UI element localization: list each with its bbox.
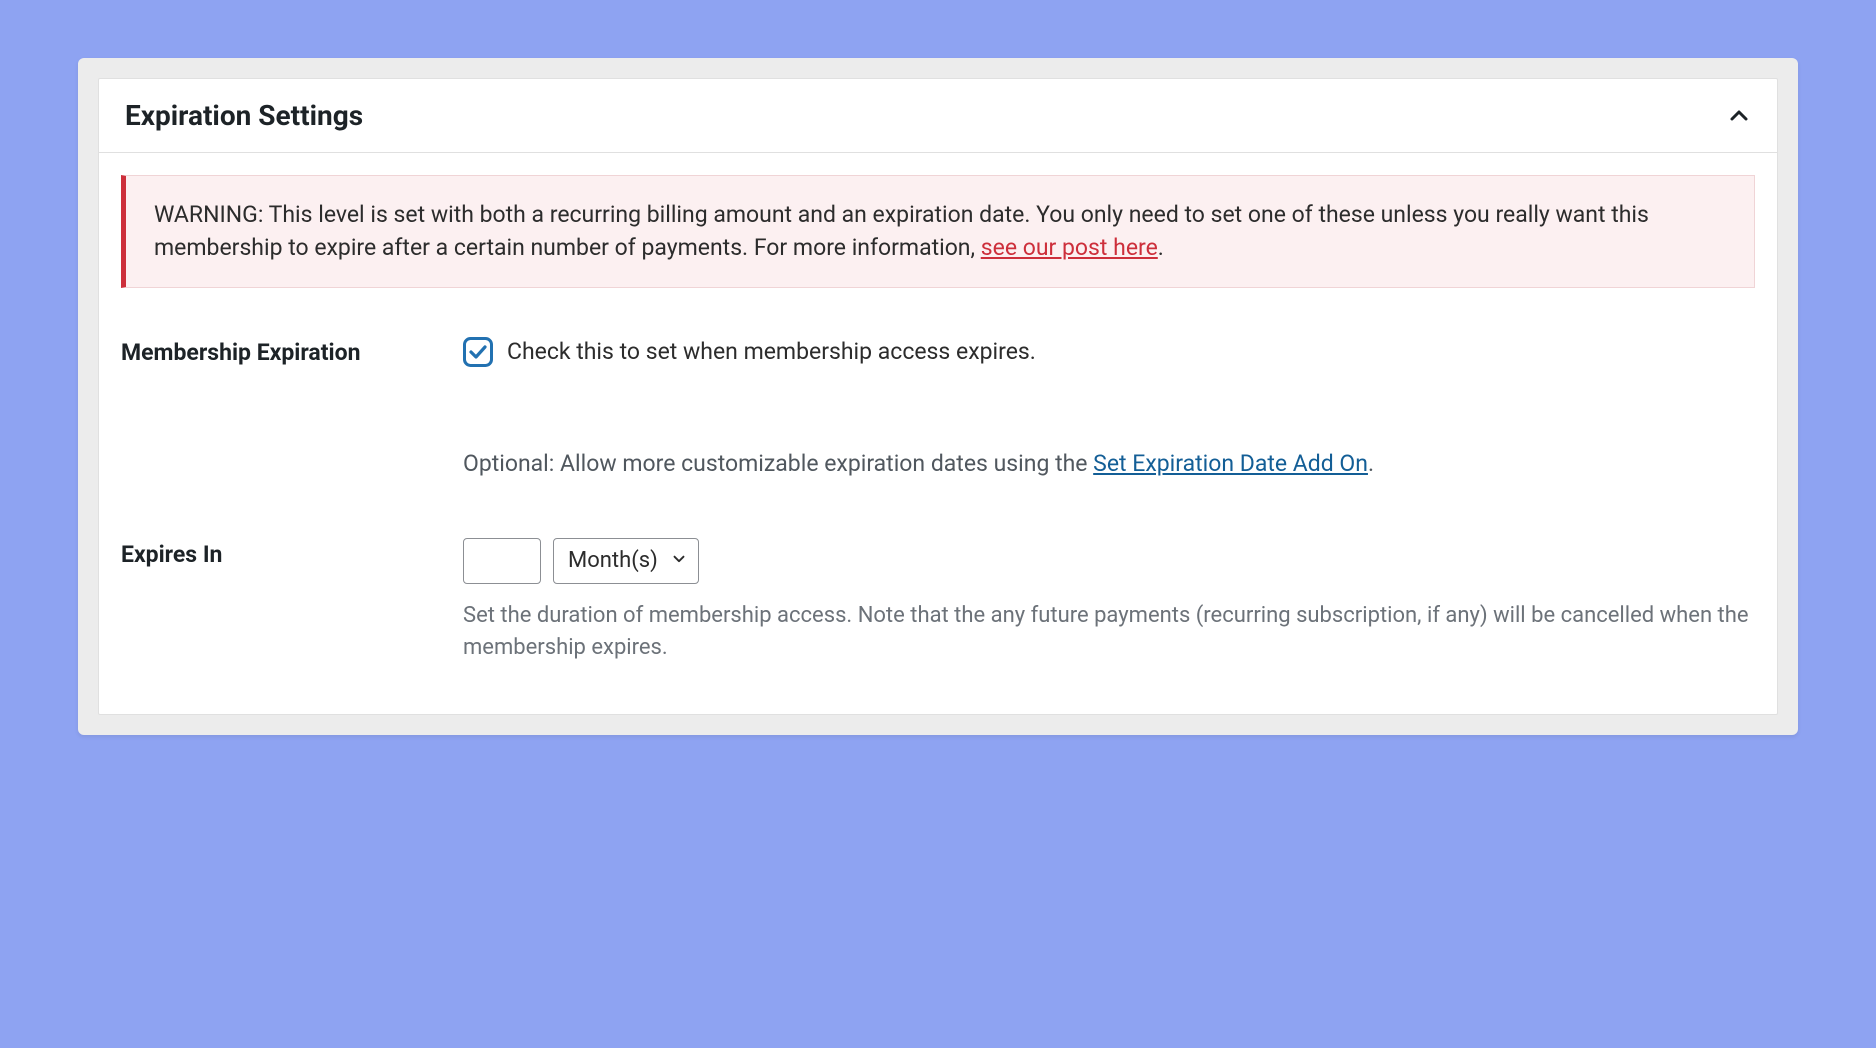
- checkbox-row: Check this to set when membership access…: [463, 336, 1755, 368]
- membership-expiration-checkbox[interactable]: [463, 337, 493, 367]
- warning-notice: WARNING: This level is set with both a r…: [121, 175, 1755, 288]
- optional-text: Optional: Allow more customizable expira…: [463, 448, 1755, 480]
- select-value: Month(s): [568, 546, 658, 577]
- expires-help-text: Set the duration of membership access. N…: [463, 600, 1755, 664]
- addon-link[interactable]: Set Expiration Date Add On: [1093, 450, 1368, 477]
- membership-expiration-label: Membership Expiration: [121, 336, 463, 366]
- chevron-down-icon: [670, 545, 688, 577]
- optional-prefix: Optional: Allow more customizable expira…: [463, 450, 1093, 477]
- membership-expiration-content: Check this to set when membership access…: [463, 336, 1755, 480]
- panel-body: WARNING: This level is set with both a r…: [99, 153, 1777, 714]
- chevron-up-icon: [1727, 104, 1751, 128]
- expires-controls: Month(s): [463, 538, 1755, 584]
- settings-panel-outer: Expiration Settings WARNING: This level …: [78, 58, 1798, 735]
- checkbox-label: Check this to set when membership access…: [507, 336, 1036, 368]
- panel-header[interactable]: Expiration Settings: [99, 79, 1777, 153]
- expires-number-input[interactable]: [463, 538, 541, 584]
- warning-link[interactable]: see our post here: [981, 234, 1158, 261]
- warning-suffix: .: [1158, 234, 1164, 261]
- optional-suffix: .: [1368, 450, 1374, 477]
- warning-text: WARNING: This level is set with both a r…: [154, 201, 1649, 261]
- expires-in-content: Month(s) Set the duration of membership …: [463, 538, 1755, 664]
- panel-title: Expiration Settings: [125, 99, 363, 132]
- expires-in-label: Expires In: [121, 538, 463, 568]
- expires-unit-select[interactable]: Month(s): [553, 538, 699, 584]
- expires-in-row: Expires In Month(s) Set: [121, 538, 1755, 664]
- membership-expiration-row: Membership Expiration Check this to set …: [121, 336, 1755, 480]
- settings-panel-inner: Expiration Settings WARNING: This level …: [98, 78, 1778, 715]
